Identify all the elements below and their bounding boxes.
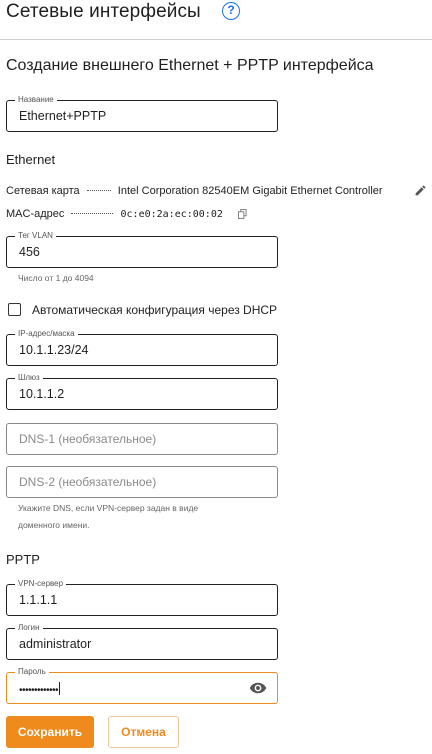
vlan-field-label: Тег VLAN [15, 231, 56, 241]
gateway-field-label: Шлюз [15, 373, 43, 383]
form-title: Создание внешнего Ethernet + PPTP интерф… [6, 57, 374, 74]
dns1-field[interactable]: DNS-1 (необязательное) [6, 423, 278, 455]
gateway-field[interactable]: Шлюз 10.1.1.2 [6, 373, 278, 410]
vpn-server-field[interactable]: VPN-сервер 1.1.1.1 [6, 579, 278, 616]
help-icon[interactable]: ? [222, 2, 240, 20]
password-dots: ••••••••••••• [19, 685, 59, 696]
login-field-value: administrator [19, 637, 92, 651]
mac-label: MAC-адрес [6, 208, 65, 220]
ip-field[interactable]: IP-адрес/маска 10.1.1.23/24 [6, 329, 278, 366]
gateway-field-value: 10.1.1.2 [19, 387, 65, 401]
text-caret [59, 682, 61, 695]
dns-hint-line2: доменного имени. [18, 520, 90, 530]
password-field-label: Пароль [15, 667, 49, 677]
name-field[interactable]: Название Ethernet+PPTP [6, 95, 278, 132]
dotted-leader [71, 213, 114, 214]
mac-value: 0c:e0:2a:ec:00:02 [120, 209, 223, 220]
network-card-label: Сетевая карта [6, 185, 80, 197]
page-title: Сетевые интерфейсы [6, 1, 201, 22]
dns2-placeholder: DNS-2 (необязательное) [19, 475, 157, 489]
dotted-leader [86, 190, 111, 191]
ethernet-section-title: Ethernet [6, 152, 56, 167]
save-button[interactable]: Сохранить [6, 716, 94, 748]
dns-hint-line1: Укажите DNS, если VPN-сервер задан в вид… [18, 503, 199, 513]
vpn-server-label: VPN-сервер [15, 579, 67, 589]
cancel-button[interactable]: Отмена [108, 716, 179, 748]
login-field[interactable]: Логин administrator [6, 623, 278, 660]
login-field-label: Логин [15, 623, 43, 633]
vpn-server-value: 1.1.1.1 [19, 593, 58, 607]
ip-field-label: IP-адрес/маска [15, 329, 78, 339]
page-header: Сетевые интерфейсы ? [0, 0, 432, 40]
vlan-field-value: 456 [19, 245, 40, 259]
ip-field-value: 10.1.1.23/24 [19, 343, 89, 357]
dhcp-checkbox-label: Автоматическая конфигурация через DHCP [32, 303, 278, 317]
copy-icon[interactable] [238, 209, 247, 219]
name-field-label: Название [15, 95, 57, 105]
vlan-hint: Число от 1 до 4094 [18, 273, 94, 283]
edit-pencil-icon[interactable] [414, 184, 427, 197]
vlan-field[interactable]: Тег VLAN 456 [6, 231, 278, 268]
network-card-value: Intel Corporation 82540EM Gigabit Ethern… [117, 185, 383, 197]
password-field-value: ••••••••••••• [19, 682, 61, 696]
pptp-section-title: PPTP [6, 552, 40, 567]
dhcp-checkbox[interactable] [8, 303, 21, 316]
dns1-placeholder: DNS-1 (необязательное) [19, 432, 157, 446]
eye-icon[interactable] [249, 682, 267, 694]
name-field-value: Ethernet+PPTP [19, 109, 107, 123]
network-card-row: Сетевая карта Intel Corporation 82540EM … [6, 185, 383, 197]
mac-row: MAC-адрес 0c:e0:2a:ec:00:02 [6, 208, 223, 220]
password-field[interactable]: Пароль ••••••••••••• [6, 667, 278, 704]
dns2-field[interactable]: DNS-2 (необязательное) [6, 466, 278, 498]
